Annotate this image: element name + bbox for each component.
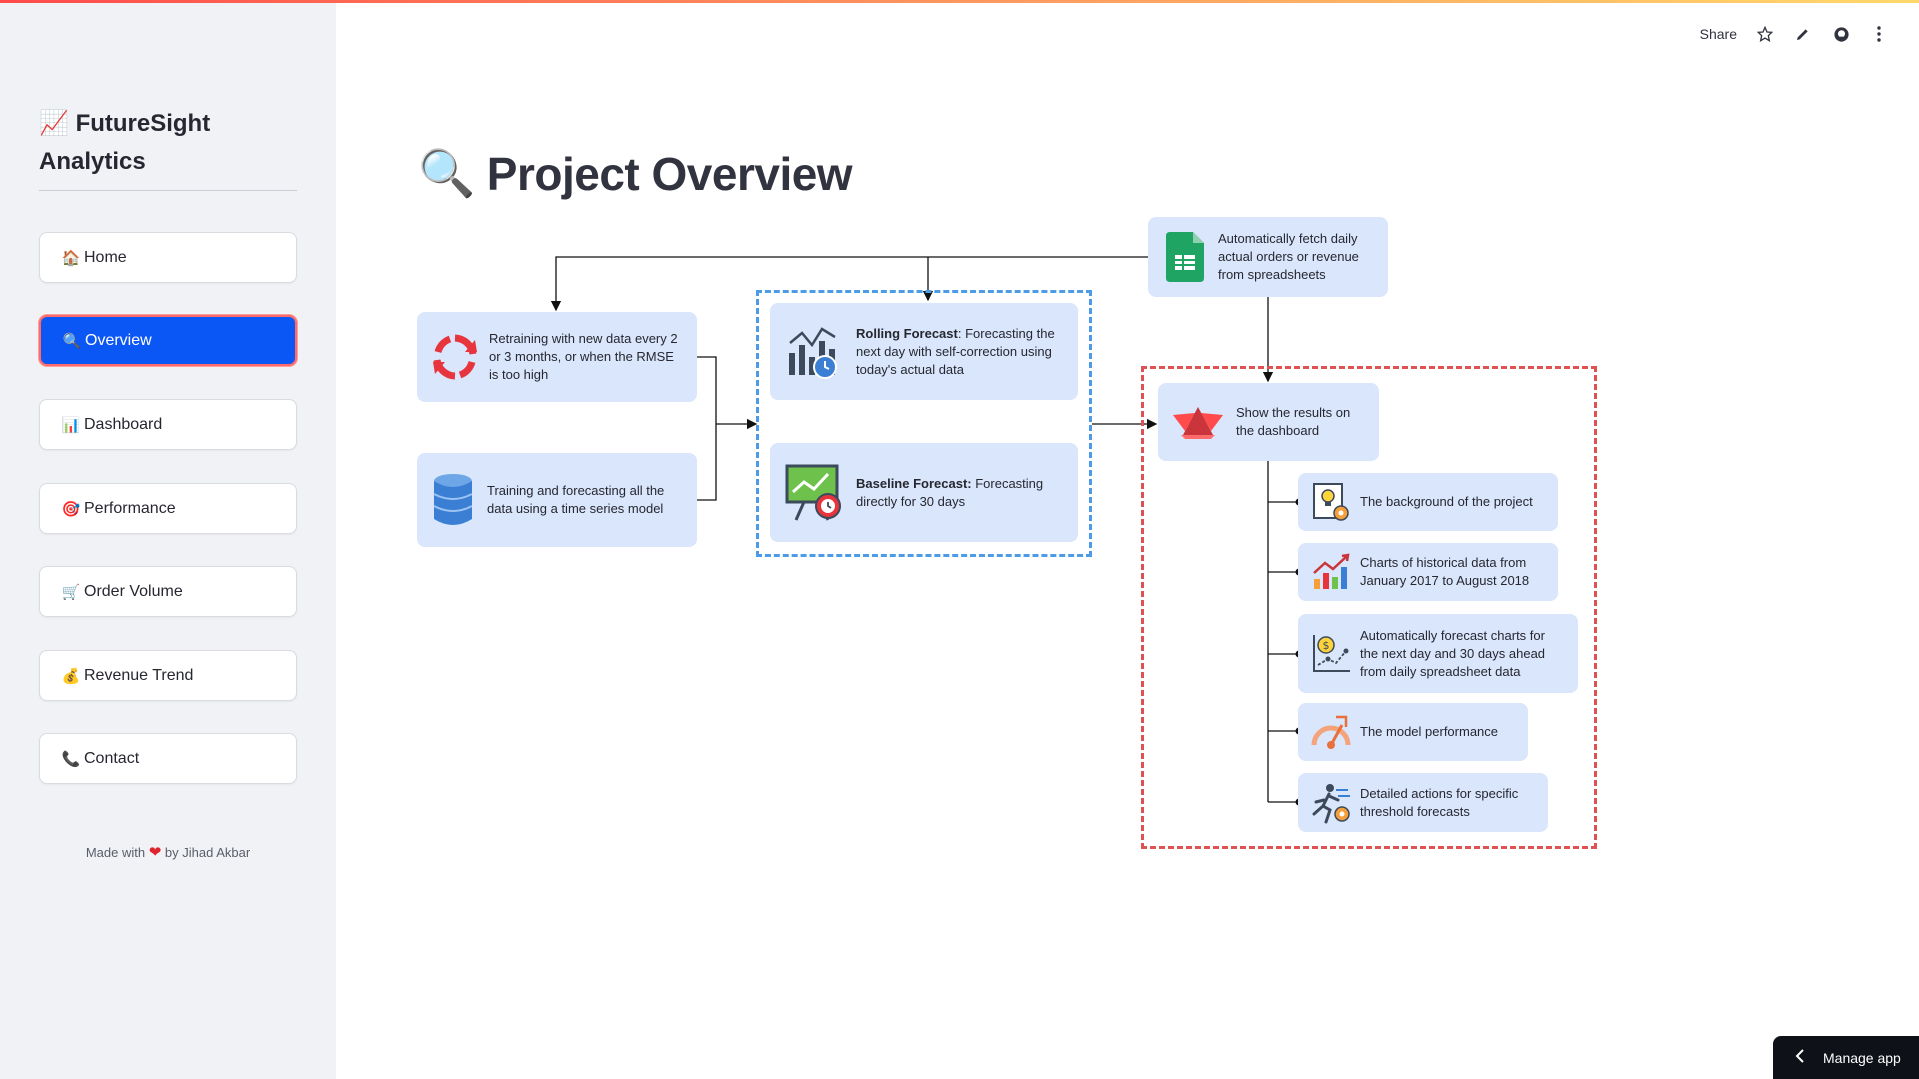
train-node: Training and forecasting all the data us… bbox=[417, 453, 697, 547]
output-item-model-performance: The model performance bbox=[1298, 703, 1528, 761]
output-item-text: Automatically forecast charts for the ne… bbox=[1360, 627, 1546, 679]
fetch-text: Automatically fetch daily actual orders … bbox=[1218, 231, 1359, 282]
spreadsheet-icon bbox=[1160, 232, 1210, 282]
refresh-icon bbox=[431, 332, 479, 382]
money-chart-icon: $ bbox=[1310, 633, 1352, 675]
idea-gear-icon bbox=[1310, 481, 1352, 523]
output-item-text: The background of the project bbox=[1360, 494, 1533, 509]
output-item-text: The model performance bbox=[1360, 724, 1499, 739]
dashboard-text: Show the results on the dashboard bbox=[1236, 405, 1351, 438]
output-item-historical-charts: Charts of historical data from January 2… bbox=[1298, 543, 1558, 601]
output-item-threshold-actions: Detailed actions for specific threshold … bbox=[1298, 773, 1548, 832]
baseline-forecast-text: Baseline Forecast: Forecasting directly … bbox=[856, 475, 1044, 509]
retrain-text: Retraining with new data every 2 or 3 mo… bbox=[489, 331, 678, 382]
chevron-left-icon bbox=[1795, 1049, 1805, 1066]
streamlit-crown-icon bbox=[1170, 405, 1226, 439]
output-item-text: Detailed actions for specific threshold … bbox=[1360, 785, 1519, 819]
runner-gear-icon bbox=[1310, 782, 1352, 824]
manage-app-label: Manage app bbox=[1823, 1049, 1901, 1066]
svg-text:$: $ bbox=[1323, 639, 1330, 652]
output-item-background: The background of the project bbox=[1298, 473, 1558, 531]
forecast-chart-clock-icon bbox=[784, 323, 844, 381]
train-text: Training and forecasting all the data us… bbox=[487, 483, 665, 516]
rolling-forecast-text: Rolling Forecast: Forecasting the next d… bbox=[856, 325, 1055, 377]
growth-chart-icon bbox=[1310, 553, 1352, 591]
presentation-clock-icon bbox=[784, 462, 844, 524]
fetch-node: Automatically fetch daily actual orders … bbox=[1148, 217, 1388, 297]
manage-app-button[interactable]: Manage app bbox=[1773, 1036, 1919, 1079]
dashboard-node: Show the results on the dashboard bbox=[1158, 383, 1379, 461]
retrain-node: Retraining with new data every 2 or 3 mo… bbox=[417, 312, 697, 402]
baseline-forecast-node: Baseline Forecast: Forecasting directly … bbox=[770, 443, 1078, 542]
performance-gauge-icon bbox=[1310, 713, 1352, 751]
database-icon bbox=[431, 473, 475, 527]
output-item-forecast-charts: $ Automatically forecast charts for the … bbox=[1298, 614, 1578, 693]
rolling-forecast-node: Rolling Forecast: Forecasting the next d… bbox=[770, 303, 1078, 400]
output-item-text: Charts of historical data from January 2… bbox=[1360, 555, 1530, 588]
